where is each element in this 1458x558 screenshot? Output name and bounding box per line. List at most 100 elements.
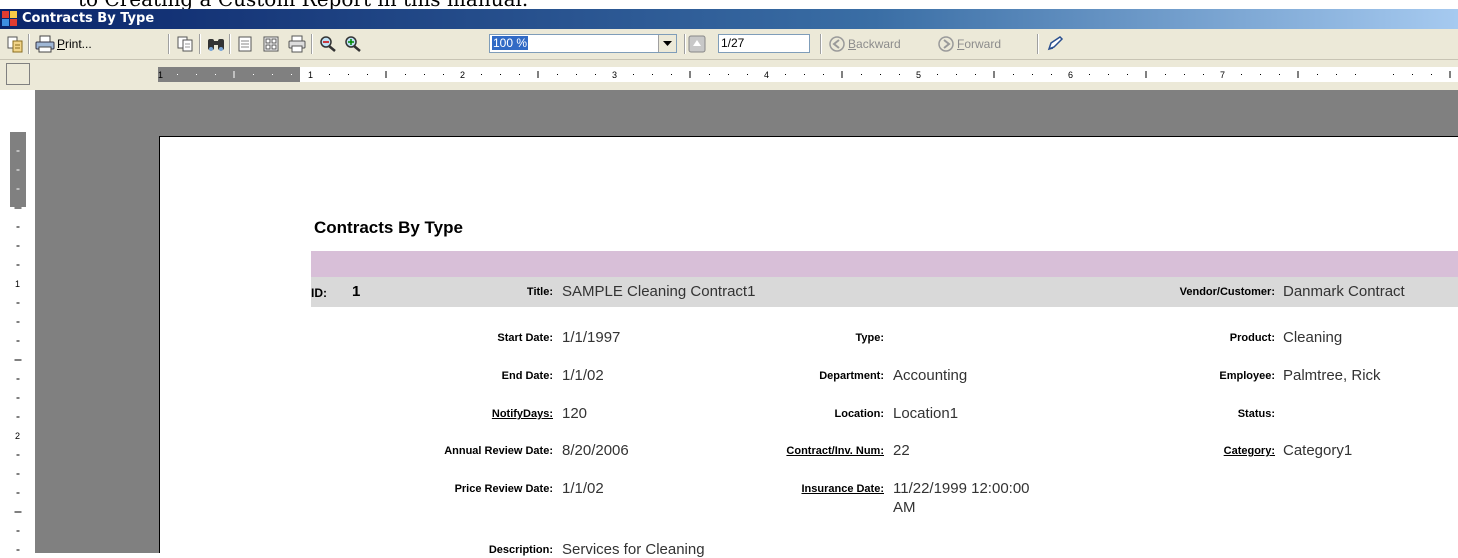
ruler-tick xyxy=(1127,74,1128,75)
window-title: Contracts By Type xyxy=(22,11,155,26)
contract-num-value: 22 xyxy=(893,442,910,459)
ruler-tick xyxy=(196,74,197,75)
zoom-select[interactable]: 100 % xyxy=(489,34,677,53)
group-header-band xyxy=(311,251,1458,277)
ruler-number: 1 xyxy=(158,70,163,80)
zoom-value: 100 % xyxy=(492,36,529,50)
annual-review-label: Annual Review Date: xyxy=(444,445,553,457)
ruler-number: 4 xyxy=(764,70,769,80)
ruler-tick xyxy=(1317,74,1318,75)
contract-num-label: Contract/Inv. Num: xyxy=(786,445,884,457)
ruler-number: 1 xyxy=(15,279,20,289)
end-date-value: 1/1/02 xyxy=(562,367,604,384)
ruler-tick xyxy=(671,74,672,75)
ruler-tick xyxy=(215,74,216,75)
ruler-tick xyxy=(899,74,900,75)
edit-pen-icon xyxy=(1046,35,1064,53)
ruler-tick xyxy=(500,74,501,75)
find-binoculars-icon xyxy=(206,35,226,53)
report-toolbar: Print... 100 % 1/27 Backward Forward xyxy=(0,29,1458,60)
copy-button[interactable] xyxy=(176,33,194,55)
previous-page-button[interactable] xyxy=(688,33,706,55)
product-label: Product: xyxy=(1229,332,1275,344)
id-label: ID: xyxy=(311,286,327,300)
edit-button[interactable] xyxy=(1046,33,1064,55)
ruler-tick xyxy=(880,74,881,75)
category-label: Category: xyxy=(1223,445,1275,457)
ruler-tick xyxy=(633,74,634,75)
forward-label: Forward xyxy=(957,37,1002,51)
price-review-label: Price Review Date: xyxy=(454,483,553,495)
ruler-tick xyxy=(785,74,786,75)
ruler-tick xyxy=(1089,74,1090,75)
ruler-tick xyxy=(861,74,862,75)
zoom-out-button[interactable] xyxy=(318,33,338,55)
ruler-tick xyxy=(975,74,976,75)
end-date-label: End Date: xyxy=(501,370,553,382)
price-review-value: 1/1/02 xyxy=(562,480,604,497)
insurance-date-value-line2: AM xyxy=(893,499,916,516)
ruler-number: 6 xyxy=(1068,70,1073,80)
forward-button[interactable]: Forward xyxy=(937,33,1001,55)
ruler-tick xyxy=(1241,74,1242,75)
export-button[interactable] xyxy=(6,33,24,55)
backward-icon xyxy=(828,35,846,53)
annual-review-value: 8/20/2006 xyxy=(562,442,629,459)
page-setup-icon xyxy=(288,35,306,53)
ruler-tick xyxy=(804,74,805,75)
chevron-down-icon[interactable] xyxy=(658,35,676,52)
ruler-tick xyxy=(576,74,577,75)
single-page-icon xyxy=(236,35,254,53)
single-page-button[interactable] xyxy=(236,33,254,55)
ruler-tick xyxy=(1203,74,1204,75)
find-button[interactable] xyxy=(206,33,226,55)
description-label: Description: xyxy=(488,544,553,556)
ruler-tick xyxy=(937,74,938,75)
description-value: Services for Cleaning xyxy=(562,541,705,558)
report-title: Contracts By Type xyxy=(314,218,463,237)
ruler-tick xyxy=(1412,74,1413,75)
ruler-tick xyxy=(595,74,596,75)
ruler-tick xyxy=(481,74,482,75)
department-value: Accounting xyxy=(893,367,968,384)
ruler-tick xyxy=(1336,74,1337,75)
employee-label: Employee: xyxy=(1219,370,1275,382)
ruler-tick xyxy=(1184,74,1185,75)
employee-value: Palmtree, Rick xyxy=(1283,367,1381,384)
ruler-row: 1 1 2 3 4 5 6 7 xyxy=(0,60,1458,90)
product-value: Cleaning xyxy=(1283,329,1343,346)
print-button[interactable]: Print... xyxy=(35,33,92,55)
ruler-tick xyxy=(1355,74,1356,75)
ruler-tick xyxy=(367,74,368,75)
window-titlebar[interactable]: Contracts By Type xyxy=(0,9,1458,29)
notify-days-value: 120 xyxy=(562,405,588,422)
zoom-in-button[interactable] xyxy=(343,33,363,55)
ruler-number: 2 xyxy=(15,431,20,441)
zoom-in-icon xyxy=(343,35,363,53)
ruler-tick xyxy=(443,74,444,75)
copy-icon xyxy=(176,35,194,53)
department-label: Department: xyxy=(819,370,884,382)
insurance-date-label: Insurance Date: xyxy=(801,483,884,495)
zoom-out-icon xyxy=(318,35,338,53)
ruler-tick xyxy=(1013,74,1014,75)
id-value: 1 xyxy=(352,283,361,300)
ruler-number: 5 xyxy=(916,70,921,80)
title-label: Title: xyxy=(526,286,553,298)
forward-icon xyxy=(937,35,955,53)
ruler-tick xyxy=(424,74,425,75)
backward-button[interactable]: Backward xyxy=(828,33,901,55)
notify-days-label: NotifyDays: xyxy=(491,408,553,420)
page-setup-button[interactable] xyxy=(288,33,306,55)
app-icon xyxy=(2,11,18,27)
multi-page-button[interactable] xyxy=(262,33,280,55)
ruler-tick xyxy=(1279,74,1280,75)
export-icon xyxy=(6,35,24,53)
ruler-tick xyxy=(519,74,520,75)
location-label: Location: xyxy=(834,408,885,420)
page-number-field[interactable]: 1/27 xyxy=(718,34,810,53)
ruler-corner-button[interactable] xyxy=(6,63,30,85)
insurance-date-value-line1: 11/22/1999 12:00:00 xyxy=(893,480,1030,497)
ruler-tick xyxy=(291,74,292,75)
ruler-tick xyxy=(1393,74,1394,75)
